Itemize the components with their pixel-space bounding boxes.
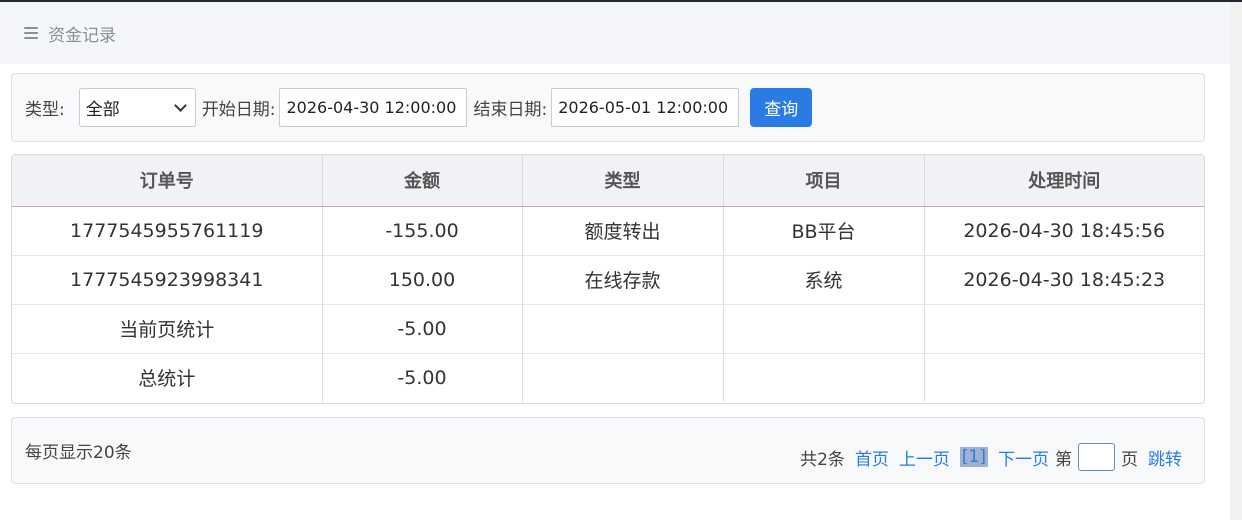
cell-empty [924, 304, 1204, 354]
cell-total-amount: -5.00 [322, 353, 523, 402]
cell-type: 在线存款 [522, 255, 724, 305]
cell-empty [924, 353, 1204, 402]
column-header-order-no: 订单号 [12, 155, 323, 207]
menu-icon[interactable] [24, 27, 38, 39]
cell-item: BB平台 [723, 206, 925, 256]
cell-summary-amount: -5.00 [322, 304, 523, 354]
jump-link[interactable]: 跳转 [1148, 445, 1182, 470]
per-page-text: 每页显示20条 [25, 443, 132, 463]
column-header-type: 类型 [522, 155, 724, 207]
table-row: 1777545955761119 -155.00 额度转出 BB平台 2026-… [12, 206, 1204, 256]
end-date-label: 结束日期: [473, 100, 548, 120]
cell-total-label: 总统计 [12, 353, 323, 402]
page-suffix: 页 [1121, 449, 1138, 470]
prev-page-link[interactable]: 上一页 [899, 445, 950, 470]
cell-empty [522, 353, 724, 402]
next-page-link[interactable]: 下一页 [998, 445, 1049, 470]
table-header-row: 订单号 金额 类型 项目 处理时间 [12, 155, 1204, 207]
cell-order-no: 1777545955761119 [12, 206, 323, 256]
cell-summary-label: 当前页统计 [12, 304, 323, 354]
type-select-value: 全部 [85, 100, 120, 120]
column-header-time: 处理时间 [924, 155, 1204, 207]
scrollbar-thumb[interactable] [1232, 42, 1240, 512]
page-title: 资金记录 [48, 25, 116, 46]
page-number-input[interactable] [1078, 443, 1115, 471]
page-prefix: 第 [1055, 449, 1072, 470]
total-summary-row: 总统计 -5.00 [12, 353, 1204, 402]
pagination-bar: 每页显示20条 共2条 首页 上一页 [1] 下一页 第 页 跳转 [11, 417, 1205, 484]
page-header: 资金记录 [0, 2, 1230, 64]
cell-empty [723, 304, 925, 354]
cell-order-no: 1777545923998341 [12, 255, 323, 305]
cell-empty [522, 304, 724, 354]
table-row: 1777545923998341 150.00 在线存款 系统 2026-04-… [12, 255, 1204, 305]
records-table: 订单号 金额 类型 项目 处理时间 1777545955761119 -155.… [12, 155, 1204, 402]
type-select[interactable]: 全部 [78, 88, 196, 127]
query-button[interactable]: 查询 [750, 88, 813, 127]
page-summary-row: 当前页统计 -5.00 [12, 304, 1204, 354]
cell-amount: 150.00 [322, 255, 523, 305]
cell-time: 2026-04-30 18:45:23 [924, 255, 1204, 305]
cell-empty [723, 353, 925, 402]
column-header-item: 项目 [723, 155, 925, 207]
cell-amount: -155.00 [322, 206, 523, 256]
column-header-amount: 金额 [322, 155, 523, 207]
cell-type: 额度转出 [522, 206, 724, 256]
start-date-input[interactable]: 2026-04-30 12:00:00 [279, 88, 468, 127]
current-page[interactable]: [1] [959, 447, 988, 467]
records-table-container: 订单号 金额 类型 项目 处理时间 1777545955761119 -155.… [11, 154, 1205, 404]
type-label: 类型: [25, 100, 65, 120]
page: 资金记录 类型: 全部 开始日期: 2026-04-30 12:00:00 结束… [0, 2, 1230, 520]
scrollbar[interactable] [1230, 2, 1242, 520]
total-count: 共2条 [800, 449, 845, 470]
first-page-link[interactable]: 首页 [855, 445, 889, 470]
cell-item: 系统 [723, 255, 925, 305]
end-date-input[interactable]: 2026-05-01 12:00:00 [551, 88, 740, 127]
cell-time: 2026-04-30 18:45:56 [924, 206, 1204, 256]
chevron-down-icon [173, 98, 187, 112]
pager: 共2条 首页 上一页 [1] 下一页 第 页 跳转 [800, 443, 1182, 471]
filter-bar: 类型: 全部 开始日期: 2026-04-30 12:00:00 结束日期: 2… [11, 73, 1205, 142]
start-date-label: 开始日期: [201, 100, 276, 120]
